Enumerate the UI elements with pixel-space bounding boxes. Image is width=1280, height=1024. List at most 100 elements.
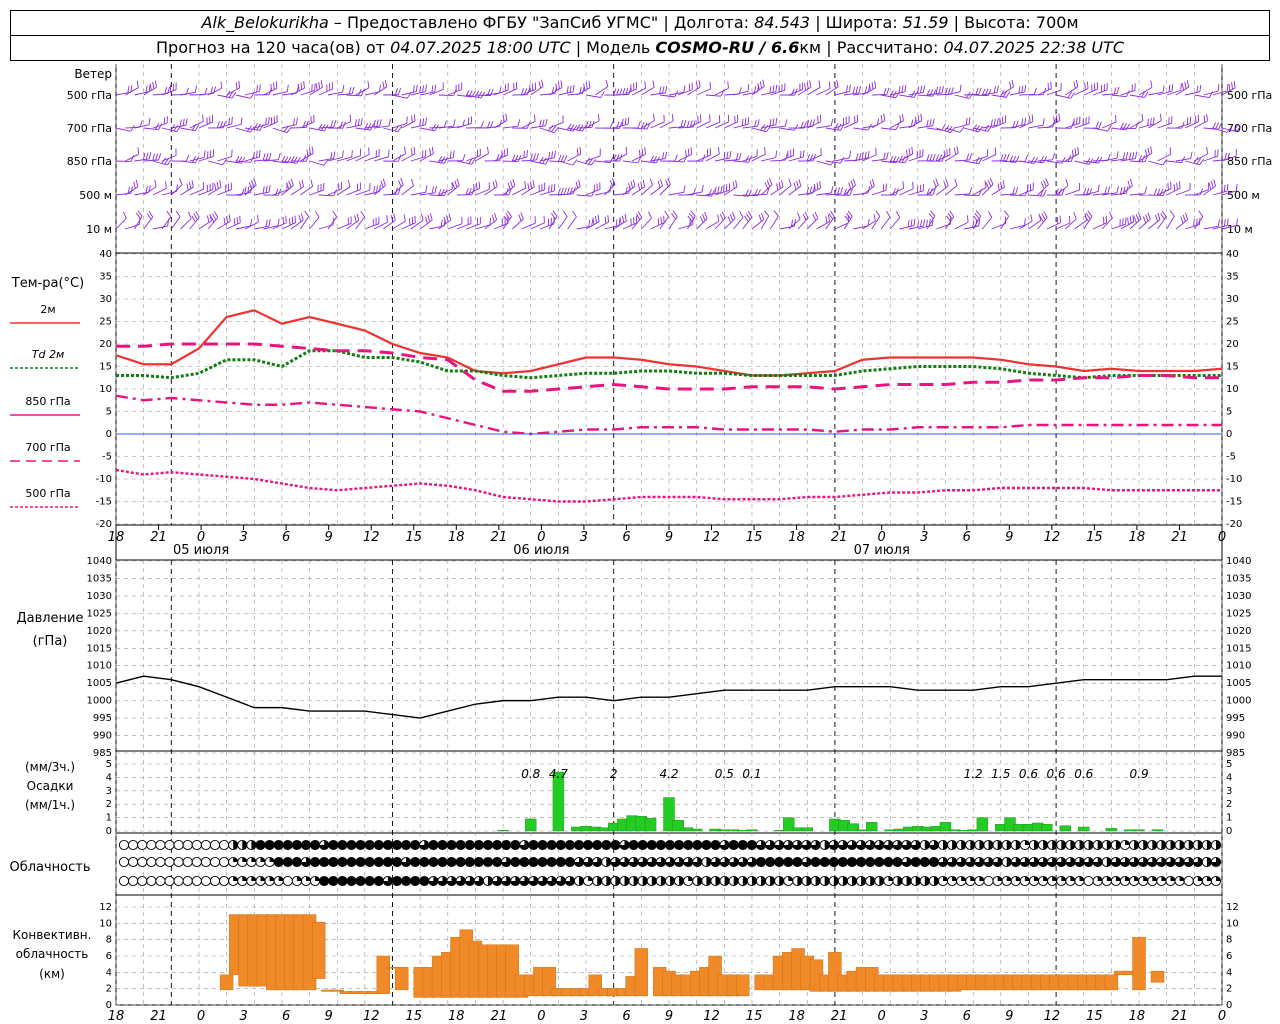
cloud-cover-symbol [792, 875, 803, 887]
cloud-cover-symbol [310, 875, 321, 887]
wind-barb [180, 211, 192, 230]
precip-bar [1105, 828, 1118, 832]
wind-barb [281, 178, 294, 196]
precip-ytick-left: 0 [106, 826, 112, 837]
cloud-cover-symbol [892, 839, 903, 851]
cloud-cover-symbol [382, 875, 393, 887]
wind-level-label-right: 500 м [1227, 189, 1260, 202]
precip-total-label: 0.6 [1074, 767, 1093, 781]
cloud-cover-symbol [1165, 875, 1176, 887]
wind-barb [641, 211, 652, 230]
wind-level-label-left: 10 м [86, 223, 112, 236]
pressure-ytick-right: 1015 [1226, 643, 1251, 654]
wind-barb [1055, 178, 1069, 196]
cloud-cover-symbol [537, 839, 548, 851]
cloud-cover-symbol [746, 839, 757, 851]
cloud-cover-symbol [628, 875, 639, 887]
cloud-cover-symbol [237, 875, 248, 887]
conv-ytick-right: 2 [1226, 984, 1232, 995]
cloud-cover-symbol [455, 875, 466, 887]
wind-barb [834, 84, 851, 96]
cloud-cover-symbol [737, 875, 748, 887]
wind-barb [300, 114, 315, 129]
wind-barb [189, 211, 200, 230]
cloud-cover-symbol [1183, 856, 1194, 868]
precip-ytick-right: 5 [1226, 759, 1232, 770]
temp-ytick-left: 20 [99, 339, 112, 350]
cloud-cover-symbol [710, 875, 721, 887]
time-tick-label: 21 [491, 530, 508, 545]
wind-barb [779, 219, 796, 230]
cloud-cover-symbol [1129, 875, 1140, 887]
wind-barb [419, 146, 434, 162]
wind-barb [134, 117, 151, 129]
cloud-cover-symbol [1047, 875, 1058, 887]
time-tick-label: 0 [537, 1009, 545, 1024]
cloud-cover-symbol [992, 839, 1003, 851]
time-tick-label: 6 [282, 530, 290, 545]
precip-ytick-right: 2 [1226, 799, 1232, 810]
cloud-cover-symbol [246, 839, 257, 851]
cloud-cover-symbol [200, 856, 211, 868]
wind-barb [751, 147, 766, 162]
wind-barb [208, 121, 227, 129]
cloud-cover-symbol [837, 856, 848, 868]
wind-barb [1019, 114, 1034, 129]
cloud-cover-symbol [592, 839, 603, 851]
cloud-cover-symbol [628, 856, 639, 868]
precip-total-label: 2 [610, 767, 618, 781]
wind-barb [714, 81, 729, 96]
wind-barb [281, 117, 298, 129]
cloud-cover-symbol [610, 875, 621, 887]
wind-level-label-left: 700 гПа [67, 122, 112, 135]
cloud-cover-symbol [291, 839, 302, 851]
wind-barb [770, 210, 779, 230]
wind-level-label-right: 700 гПа [1227, 122, 1272, 135]
cloud-cover-symbol [510, 856, 521, 868]
cloud-cover-symbol [546, 875, 557, 887]
time-tick-label: 9 [665, 1009, 673, 1024]
convective-bar [1132, 936, 1146, 991]
date-label: 07 июля [854, 543, 910, 558]
cloud-cover-symbol [1001, 875, 1012, 887]
cloud-cover-symbol [473, 856, 484, 868]
wind-barb [447, 178, 460, 196]
cloud-cover-symbol [646, 856, 657, 868]
cloud-cover-symbol [810, 856, 821, 868]
cloud-cover-symbol [828, 839, 839, 851]
cloud-cover-symbol [856, 839, 867, 851]
wind-barb [770, 83, 786, 96]
cloud-cover-symbol [710, 839, 721, 851]
cloud-cover-symbol [783, 856, 794, 868]
cloud-cover-symbol [401, 856, 412, 868]
precip-total-label: 0.8 [521, 767, 540, 781]
cloud-cover-symbol [337, 839, 348, 851]
cloud-cover-symbol [528, 839, 539, 851]
cloud-cover-symbol [737, 856, 748, 868]
cloud-cover-symbol [1038, 839, 1049, 851]
time-tick-label: 3 [580, 530, 588, 545]
cloud-cover-symbol [901, 875, 912, 887]
precip-ytick-left: 4 [106, 772, 112, 783]
time-tick-label: 18 [1129, 1009, 1146, 1024]
cloud-cover-symbol [819, 856, 830, 868]
cloud-cover-symbol [919, 856, 930, 868]
cloud-cover-symbol [728, 856, 739, 868]
cloud-cover-symbol [865, 875, 876, 887]
wind-barb [272, 215, 287, 230]
cloud-cover-symbol [610, 856, 621, 868]
wind-barb [668, 119, 687, 129]
wind-barb [862, 118, 880, 129]
cloud-cover-symbol [464, 875, 475, 887]
cloud-cover-symbol [419, 839, 430, 851]
cloud-cover-symbol [1092, 875, 1103, 887]
cloud-cover-symbol [391, 875, 403, 887]
cloud-cover-symbol [774, 856, 785, 868]
cloud-cover-symbol [446, 839, 457, 851]
wind-barb [309, 80, 323, 96]
wind-barb [1138, 212, 1151, 230]
precip-ytick-left: 1 [106, 813, 112, 824]
cloud-cover-symbol [956, 839, 967, 851]
wind-barb [641, 80, 655, 96]
temp-ytick-left: 15 [99, 362, 112, 373]
